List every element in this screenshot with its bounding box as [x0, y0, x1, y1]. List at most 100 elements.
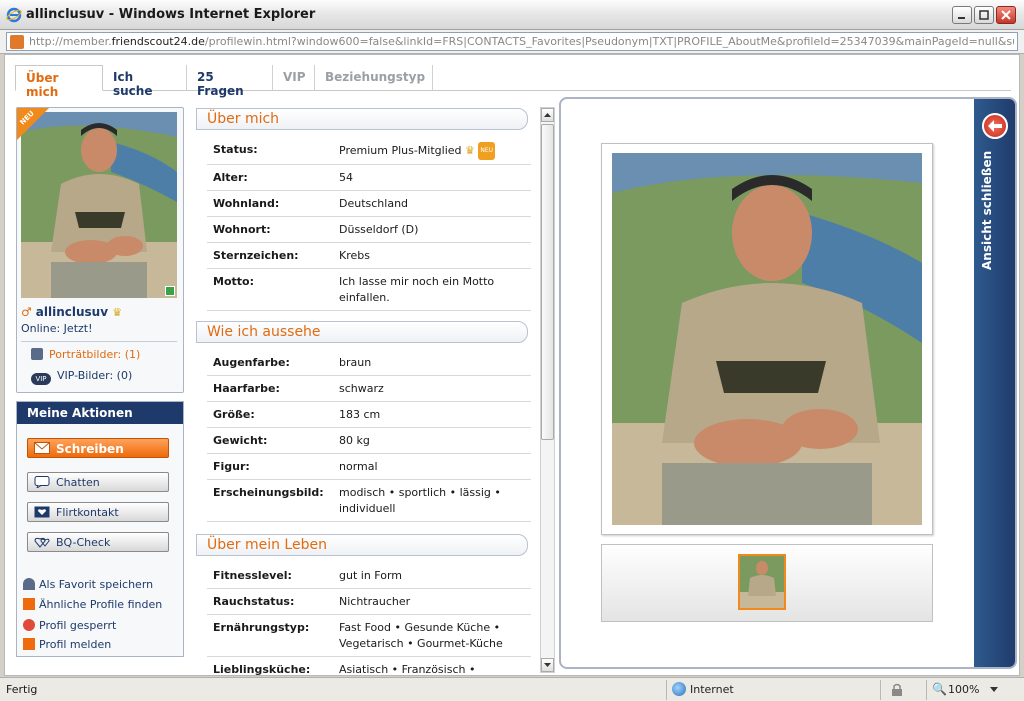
table-row: Ernährungstyp: Fast Food • Gesunde Küche …	[207, 615, 531, 657]
thumbnail-strip	[601, 544, 933, 622]
vip-pictures-link[interactable]: VIP VIP-Bilder: (0)	[31, 369, 132, 385]
write-message-button[interactable]: Schreiben	[27, 438, 169, 458]
table-row: Motto: Ich lasse mir noch ein Motto einfa…	[207, 269, 531, 311]
chat-bubble-icon	[34, 476, 50, 488]
arrow-right-icon	[23, 598, 35, 610]
profile-card: NEU ♂ allinclusuv ♛ Online: Jetzt! Porträ…	[16, 107, 184, 393]
photo-viewer: Ansicht schließen	[559, 97, 1017, 669]
close-view-rail[interactable]: Ansicht schließen	[974, 99, 1015, 667]
page-content: Über mich Ich suche 25 Fragen VIP Bezieh…	[4, 54, 1020, 676]
tab-25-fragen[interactable]: 25 Fragen	[187, 65, 273, 98]
zoom-icon: 🔍	[932, 682, 947, 696]
table-row: Alter: 54	[207, 165, 531, 191]
table-row: Augenfarbe: braun	[207, 350, 531, 376]
add-person-icon	[23, 578, 35, 590]
flirt-contact-button[interactable]: Flirtkontakt	[27, 502, 169, 522]
table-row: Lieblingsküche: Asiatisch • Französisch •	[207, 657, 531, 675]
premium-crown-icon: ♛	[465, 144, 475, 157]
tab-ich-suche[interactable]: Ich suche	[103, 65, 187, 98]
url-field[interactable]: http://member.friendscout24.de/profilewi…	[6, 32, 1018, 51]
minimize-icon	[958, 17, 965, 19]
scroll-down-button[interactable]	[541, 658, 554, 672]
close-icon	[1001, 10, 1011, 20]
big-photo-image	[612, 153, 922, 525]
profile-tabs: Über mich Ich suche 25 Fragen VIP Bezieh…	[15, 65, 1011, 99]
section-life-title: Über mein Leben	[196, 534, 528, 556]
chevron-down-icon[interactable]	[990, 687, 998, 693]
tab-ueber-mich[interactable]: Über mich	[15, 65, 103, 99]
divider	[666, 680, 667, 700]
online-indicator-icon	[165, 286, 175, 296]
username[interactable]: ♂ allinclusuv ♛	[21, 305, 122, 319]
new-badge: NEU	[478, 142, 496, 160]
table-row: Wohnort: Düsseldorf (D)	[207, 217, 531, 243]
table-row: Wohnland: Deutschland	[207, 191, 531, 217]
flirt-card-icon	[34, 506, 50, 518]
table-row: Fitnesslevel: gut in Form	[207, 563, 531, 589]
chevron-down-icon	[544, 663, 551, 667]
chevron-up-icon	[544, 113, 551, 117]
save-favorite-link[interactable]: Als Favorit speichern	[23, 578, 153, 591]
blocked-profile-link[interactable]: Profil gesperrt	[23, 619, 116, 632]
portrait-icon	[31, 348, 43, 360]
male-gender-icon: ♂	[21, 305, 32, 319]
close-view-label[interactable]: Ansicht schließen	[980, 151, 1010, 271]
zoom-level[interactable]: 100%	[948, 683, 979, 696]
hearts-icon	[34, 537, 50, 548]
portrait-pictures-link[interactable]: Porträtbilder: (1)	[31, 348, 140, 361]
tab-beziehungstyp[interactable]: Beziehungstyp	[315, 65, 433, 91]
scroll-thumb[interactable]	[541, 124, 554, 440]
divider	[880, 680, 881, 700]
about-rows: Status: Premium Plus-Mitglied ♛ NEU Alter…	[207, 137, 531, 311]
address-bar: http://member.friendscout24.de/profilewi…	[0, 30, 1024, 54]
actions-panel: Meine Aktionen Schreiben Chatten Flirtko…	[16, 401, 184, 657]
life-rows: Fitnesslevel: gut in Form Rauchstatus: Nic…	[207, 563, 531, 675]
online-status: Online: Jetzt!	[21, 322, 93, 335]
bq-check-button[interactable]: BQ-Check	[27, 532, 169, 552]
premium-crown-icon: ♛	[112, 306, 123, 319]
site-favicon-icon	[10, 35, 24, 49]
table-row: Figur: normal	[207, 454, 531, 480]
envelope-icon	[34, 442, 50, 454]
looks-rows: Augenfarbe: braun Haarfarbe: schwarz Größe…	[207, 350, 531, 522]
table-row: Gewicht: 80 kg	[207, 428, 531, 454]
globe-icon	[672, 682, 686, 696]
blocked-icon	[23, 619, 35, 631]
photo-thumbnail[interactable]	[738, 554, 786, 610]
window-title: allinclusuv - Windows Internet Explorer	[26, 7, 316, 22]
status-bar: Fertig Internet 🔍 100%	[0, 677, 1024, 701]
actions-title: Meine Aktionen	[17, 402, 183, 424]
arrow-right-icon	[23, 638, 35, 650]
status-text: Fertig	[6, 683, 38, 696]
table-row: Haarfarbe: schwarz	[207, 376, 531, 402]
tab-vip[interactable]: VIP	[273, 65, 315, 91]
protected-mode-icon[interactable]	[890, 683, 908, 697]
minimize-button[interactable]	[952, 6, 972, 24]
vertical-scrollbar[interactable]	[540, 107, 555, 673]
similar-profiles-link[interactable]: Ähnliche Profile finden	[23, 598, 162, 611]
chat-button[interactable]: Chatten	[27, 472, 169, 492]
section-looks-title: Wie ich aussehe	[196, 321, 528, 343]
divider	[21, 341, 177, 342]
big-photo-frame	[601, 143, 933, 535]
arrow-left-icon	[988, 120, 1002, 132]
close-window-button[interactable]	[996, 6, 1016, 24]
table-row: Sternzeichen: Krebs	[207, 243, 531, 269]
close-view-button[interactable]	[982, 113, 1008, 139]
table-row: Größe: 183 cm	[207, 402, 531, 428]
ie-logo-icon	[6, 7, 22, 23]
url-text[interactable]: http://member.friendscout24.de/profilewi…	[29, 35, 1014, 48]
vip-icon: VIP	[31, 373, 51, 385]
scroll-up-button[interactable]	[541, 108, 554, 122]
maximize-button[interactable]	[974, 6, 994, 24]
maximize-icon	[979, 10, 989, 20]
table-row: Status: Premium Plus-Mitglied ♛ NEU	[207, 137, 531, 165]
thumbnail-image	[740, 556, 784, 608]
report-profile-link[interactable]: Profil melden	[23, 638, 111, 651]
table-row: Erscheinungsbild: modisch • sportlich • l…	[207, 480, 531, 522]
section-about-title: Über mich	[196, 108, 528, 130]
title-bar: allinclusuv - Windows Internet Explorer	[0, 0, 1024, 30]
table-row: Rauchstatus: Nichtraucher	[207, 589, 531, 615]
big-photo[interactable]	[612, 153, 922, 525]
divider	[926, 680, 927, 700]
